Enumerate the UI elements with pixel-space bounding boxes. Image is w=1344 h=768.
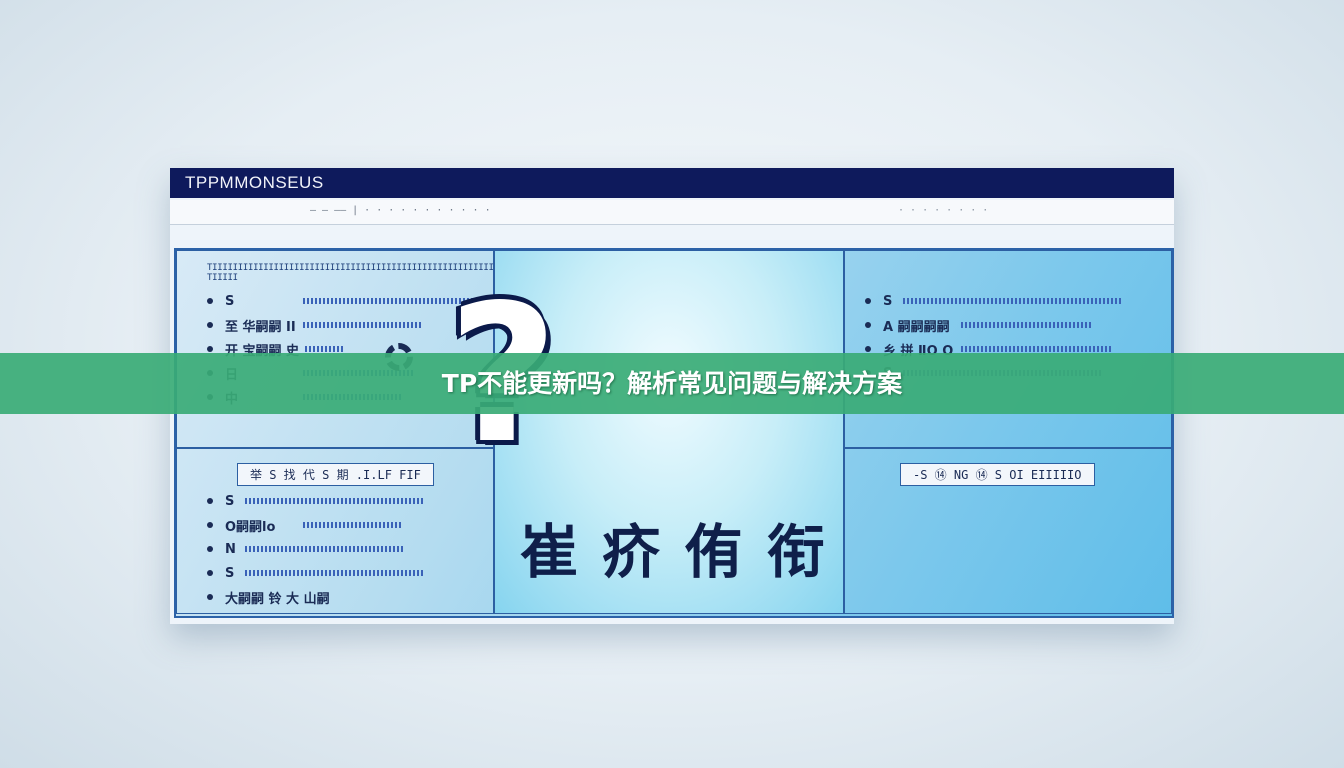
toolbar-right-text[interactable]: · · · · · · · · <box>898 205 988 216</box>
bullet-icon <box>865 346 871 352</box>
list-item-label: 大嗣嗣 铃 大 山嗣 <box>225 591 330 607</box>
bullet-icon <box>207 570 213 576</box>
title-banner: TP不能更新吗？解析常见问题与解决方案 <box>0 353 1344 414</box>
placeholder-bar <box>303 522 403 528</box>
bullet-icon <box>865 298 871 304</box>
list-item-label: S <box>225 293 235 309</box>
list-item[interactable]: O嗣嗣lo <box>207 513 425 537</box>
bullet-icon <box>207 498 213 504</box>
bullet-icon <box>207 594 213 600</box>
bullet-icon <box>207 346 213 352</box>
list-item-label: S <box>225 565 235 581</box>
item-list: S O嗣嗣lo N S 大嗣嗣 铃 大 山嗣 <box>207 489 425 609</box>
bullet-icon <box>207 298 213 304</box>
bullet-icon <box>207 522 213 528</box>
toolbar-left-text[interactable]: — — —— | · · · · · · · · · · · <box>310 205 491 216</box>
list-item[interactable]: N <box>207 537 425 561</box>
window-title: TPPMMONSEUS <box>185 173 324 192</box>
list-item[interactable]: S <box>865 289 1123 313</box>
title-bar: TPPMMONSEUS <box>170 168 1174 198</box>
bullet-icon <box>865 322 871 328</box>
list-item-label: S <box>225 493 235 509</box>
center-caption: 崔 疥 侑 衔 <box>520 518 827 586</box>
banner-title: TP不能更新吗？解析常见问题与解决方案 <box>441 369 903 398</box>
placeholder-bar <box>961 346 1111 352</box>
list-item[interactable]: S <box>207 561 425 585</box>
panel-top-right: S A 嗣嗣嗣嗣 乡 拼 ⅡO O S <box>844 250 1172 448</box>
toolbar: — — —— | · · · · · · · · · · · · · · · ·… <box>170 200 1174 225</box>
placeholder-bar <box>245 498 425 504</box>
placeholder-bar <box>245 546 405 552</box>
list-item[interactable]: A 嗣嗣嗣嗣 <box>865 313 1123 337</box>
list-item[interactable]: S <box>207 489 425 513</box>
placeholder-bar <box>305 346 346 352</box>
placeholder-bar <box>303 322 423 328</box>
placeholder-bar <box>961 322 1091 328</box>
panel-box-label[interactable]: 举 S 找 代 S 期 .I.LF FIF <box>237 463 434 486</box>
list-item-label: 至 华嗣嗣 II <box>225 319 296 335</box>
bullet-icon <box>207 322 213 328</box>
placeholder-bar <box>245 570 425 576</box>
list-item[interactable]: 大嗣嗣 铃 大 山嗣 <box>207 585 425 609</box>
list-item-label: O嗣嗣lo <box>225 519 276 535</box>
list-item-label: A 嗣嗣嗣嗣 <box>883 319 950 335</box>
panel-box-label[interactable]: -S ⑭ NG ⑭ S OI EIIIIIO <box>900 463 1095 486</box>
placeholder-bar <box>903 298 1123 304</box>
panel-bottom-left: 举 S 找 代 S 期 .I.LF FIF S O嗣嗣lo N S 大嗣嗣 铃 … <box>176 448 494 614</box>
list-item-label: S <box>883 293 893 309</box>
panel-bottom-right: -S ⑭ NG ⑭ S OI EIIIIIO <box>844 448 1172 614</box>
bullet-icon <box>207 546 213 552</box>
list-item-label: N <box>225 541 236 557</box>
